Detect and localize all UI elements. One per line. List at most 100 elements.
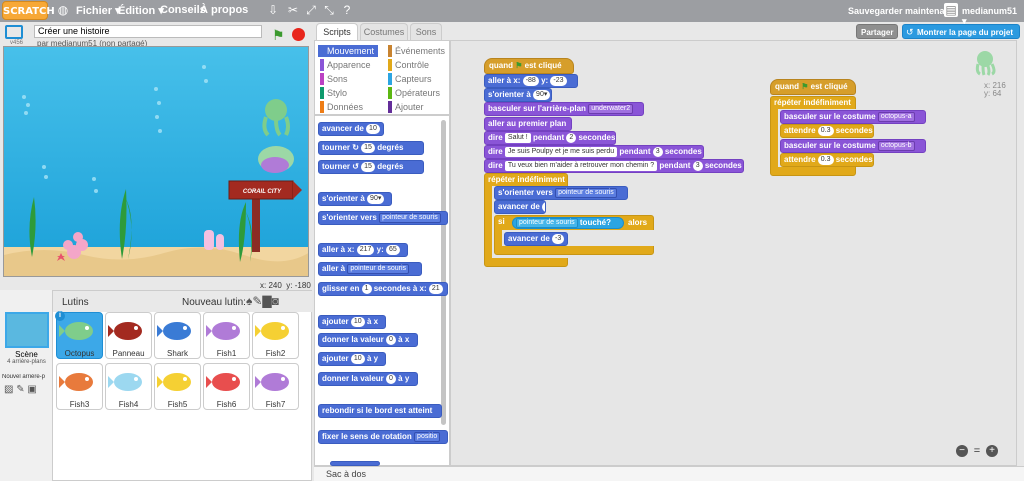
new-sprite-label: Nouveau lutin: [182, 297, 246, 308]
project-title-input[interactable]: Créer une histoire [34, 25, 262, 38]
backpack-label[interactable]: Sac à dos [326, 469, 366, 479]
sprites-title: Lutins [62, 297, 89, 308]
globe-icon[interactable]: ◍ [56, 3, 70, 17]
category-5[interactable]: Événements [386, 45, 445, 57]
sprite-name: Fish2 [265, 349, 286, 358]
sprite-name: Shark [167, 349, 188, 358]
see-project-page-button[interactable]: Montrer la page du projet [902, 24, 1020, 39]
palette-block-bounce[interactable]: rebondir si le bord est atteint [318, 404, 442, 418]
corail-city-sign: CORAIL CITY [242, 189, 282, 195]
palette-scrollbar[interactable] [441, 120, 446, 425]
menu-about[interactable]: À propos [200, 4, 248, 16]
block-wait-2[interactable]: attendre 0.3 secondes [780, 153, 874, 167]
tab-scripts[interactable]: Scripts [316, 23, 358, 40]
sprite-thumbnail [157, 322, 191, 340]
palette-block-point-direction[interactable]: s'orienter à 90▾ [318, 192, 392, 206]
palette-block-change-x[interactable]: ajouter 10 à x [318, 315, 386, 329]
scratch-logo[interactable]: SCRATCH [2, 1, 55, 20]
palette-block-goto[interactable]: aller à pointeur de souris [318, 262, 422, 276]
cut-icon[interactable]: ✂ [286, 3, 300, 17]
sprite-name: Fish1 [216, 349, 237, 358]
sprite-name: Fish4 [118, 400, 139, 409]
block-say-3[interactable]: dire Tu veux bien m'aider à retrouver mo… [484, 159, 744, 173]
when-flag-clicked-hat-2[interactable]: quand ⚑ est cliqué [770, 79, 856, 95]
new-backdrop-label: Nouvel arrière-p [2, 374, 46, 380]
new-sprite-tools-icon[interactable]: ♠✎▇◙ [246, 294, 279, 308]
block-switch-backdrop[interactable]: basculer sur l'arrière-plan underwater2 [484, 102, 644, 116]
sprite-thumbnail [108, 322, 142, 340]
block-goto-xy[interactable]: aller à x: -88 y: -23 [484, 74, 578, 88]
block-say-2[interactable]: dire Je suis Poulpy et je me suis perdu … [484, 145, 704, 159]
tab-costumes[interactable]: Costumes [360, 23, 408, 40]
palette-block-move[interactable]: avancer de 10 [318, 122, 384, 136]
backdrop-tools-icon[interactable]: ▨ ✎ ▣ [4, 384, 37, 395]
zoom-out-button[interactable]: − [956, 445, 968, 457]
block-move-minus-3[interactable]: avancer de -3 [504, 232, 568, 246]
block-switch-costume-b[interactable]: basculer sur le costume octopus-b [780, 139, 926, 153]
scene-thumbnail[interactable] [5, 312, 49, 348]
block-go-to-front[interactable]: aller au premier plan [484, 117, 572, 131]
zoom-reset-button[interactable]: = [971, 445, 983, 457]
menu-edit[interactable]: Édition ▾ [118, 4, 164, 17]
tab-sounds[interactable]: Sons [410, 23, 442, 40]
sprite-thumbnail [255, 322, 289, 340]
stop-icon[interactable] [292, 28, 305, 41]
green-flag-icon: ⚑ [801, 82, 809, 91]
category-7[interactable]: Capteurs [386, 73, 432, 85]
palette-block-point-towards[interactable]: s'orienter vers pointeur de souris [318, 211, 448, 225]
folder-icon[interactable]: ▤ [944, 3, 958, 17]
presentation-mode-icon[interactable] [5, 25, 23, 39]
menu-file[interactable]: Fichier ▾ [76, 4, 121, 17]
scene-label: Scène [15, 350, 38, 359]
sprite-thumbnail [157, 373, 191, 391]
green-flag-icon: ⚑ [515, 61, 523, 70]
zoom-in-button[interactable]: + [986, 445, 998, 457]
palette-block-set-x[interactable]: donner la valeur 0 à x [318, 333, 418, 347]
sprite-name: Fish7 [265, 400, 286, 409]
block-move-3[interactable]: avancer de 3 [494, 200, 546, 214]
palette-block-turn-left[interactable]: tourner ↺ 15 degrés [318, 160, 424, 174]
block-touching[interactable]: pointeur de souris touché? [512, 217, 624, 229]
menu-bar: SCRATCH ◍ Fichier ▾ Édition ▾ Conseils À… [0, 0, 1024, 26]
sprite-name: Fish5 [167, 400, 188, 409]
stage[interactable]: CORAIL CITY [3, 46, 309, 277]
share-button[interactable]: Partager [856, 24, 899, 39]
menu-tips[interactable]: Conseils [160, 4, 206, 16]
palette-block-glide[interactable]: glisser en 1 secondes à x: 21 [318, 282, 448, 296]
sprite-name: Octopus [64, 349, 95, 358]
category-6[interactable]: Contrôle [386, 59, 429, 71]
category-1[interactable]: Apparence [318, 59, 371, 71]
palette-block-turn-right[interactable]: tourner ↻ 15 degrés [318, 141, 424, 155]
sprite-name: Fish6 [216, 400, 237, 409]
block-say-1[interactable]: dire Salut ! pendant 2 secondes [484, 131, 616, 145]
shrink-icon[interactable]: ⤡ [322, 3, 336, 17]
sprite-thumbnail [255, 373, 289, 391]
sprite-thumbnail-octopus [970, 50, 1000, 76]
block-wait-1[interactable]: attendre 0.3 secondes [780, 124, 874, 138]
sprite-name: Fish3 [69, 400, 90, 409]
palette-block-rotation-style[interactable]: fixer le sens de rotation positio [318, 430, 448, 444]
block-point-towards[interactable]: s'orienter vers pointeur de souris [494, 186, 628, 200]
category-9[interactable]: Ajouter blocs [386, 101, 424, 124]
palette-block-set-y[interactable]: donner la valeur 0 à y [318, 372, 418, 386]
palette-block-change-y[interactable]: ajouter 10 à y [318, 352, 386, 366]
when-flag-clicked-hat[interactable]: quand ⚑ est cliqué [484, 58, 574, 74]
category-0[interactable]: Mouvement [318, 45, 378, 57]
category-2[interactable]: Sons [318, 73, 348, 85]
category-4[interactable]: Données [318, 101, 363, 113]
duplicate-icon[interactable]: ⇩ [266, 3, 280, 17]
sprite-name: Panneau [112, 349, 145, 358]
block-point-direction[interactable]: s'orienter à 90▾ [484, 88, 552, 102]
palette-block-goto-xy[interactable]: aller à x: 217 y: 65 [318, 243, 408, 257]
scene-backdrops-count: 4 arrière-plans [7, 359, 46, 365]
save-now-link[interactable]: Sauvegarder maintenant [848, 6, 953, 16]
category-8[interactable]: Opérateurs [386, 87, 440, 99]
green-flag-icon[interactable]: ⚑ [272, 28, 285, 42]
block-switch-costume-a[interactable]: basculer sur le costume octopus-a [780, 110, 926, 124]
help-icon[interactable]: ? [340, 3, 354, 17]
grow-icon[interactable]: ⤢ [304, 3, 318, 17]
sprite-info-icon[interactable]: i [55, 311, 65, 321]
category-3[interactable]: Stylo [318, 87, 347, 99]
stage-coords: x: 240 y: -180 [260, 281, 311, 290]
backpack-bar[interactable]: Sac à dos [314, 466, 1024, 481]
